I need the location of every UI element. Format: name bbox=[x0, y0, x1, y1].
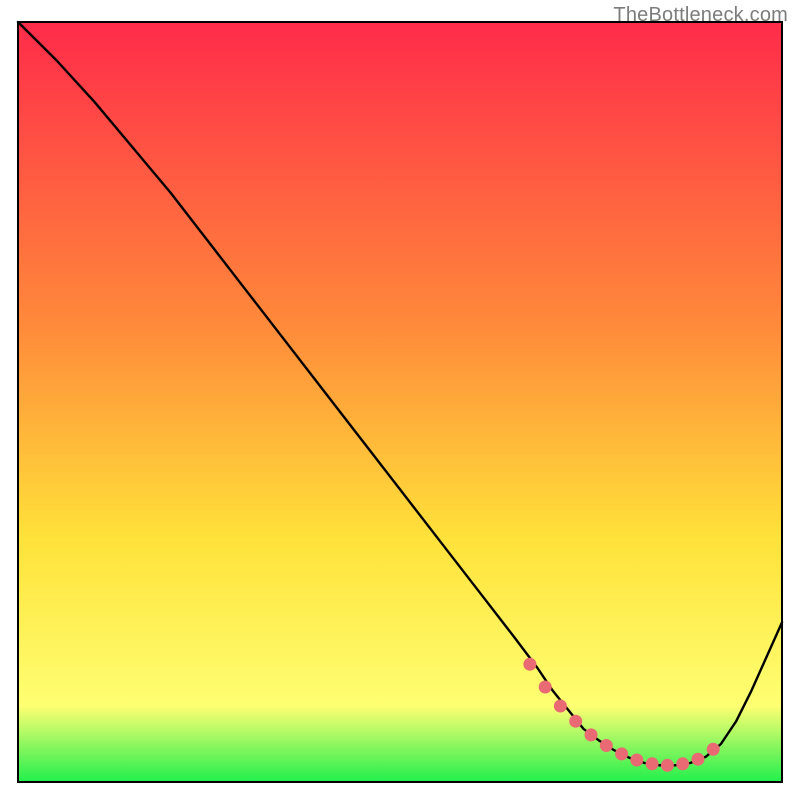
highlight-dot bbox=[523, 658, 536, 671]
highlight-dot bbox=[554, 700, 567, 713]
highlight-dot bbox=[585, 728, 598, 741]
highlight-dot bbox=[661, 759, 674, 772]
watermark-text: TheBottleneck.com bbox=[613, 4, 788, 27]
highlight-dot bbox=[539, 681, 552, 694]
highlight-dot bbox=[646, 757, 659, 770]
highlight-dot bbox=[692, 753, 705, 766]
chart-stage: TheBottleneck.com bbox=[0, 0, 800, 800]
highlight-dot bbox=[630, 754, 643, 767]
highlight-dot bbox=[707, 743, 720, 756]
highlight-dot bbox=[676, 757, 689, 770]
bottleneck-chart bbox=[0, 0, 800, 800]
highlight-dot bbox=[569, 715, 582, 728]
gradient-panel bbox=[18, 22, 782, 782]
highlight-dot bbox=[615, 747, 628, 760]
highlight-dot bbox=[600, 739, 613, 752]
